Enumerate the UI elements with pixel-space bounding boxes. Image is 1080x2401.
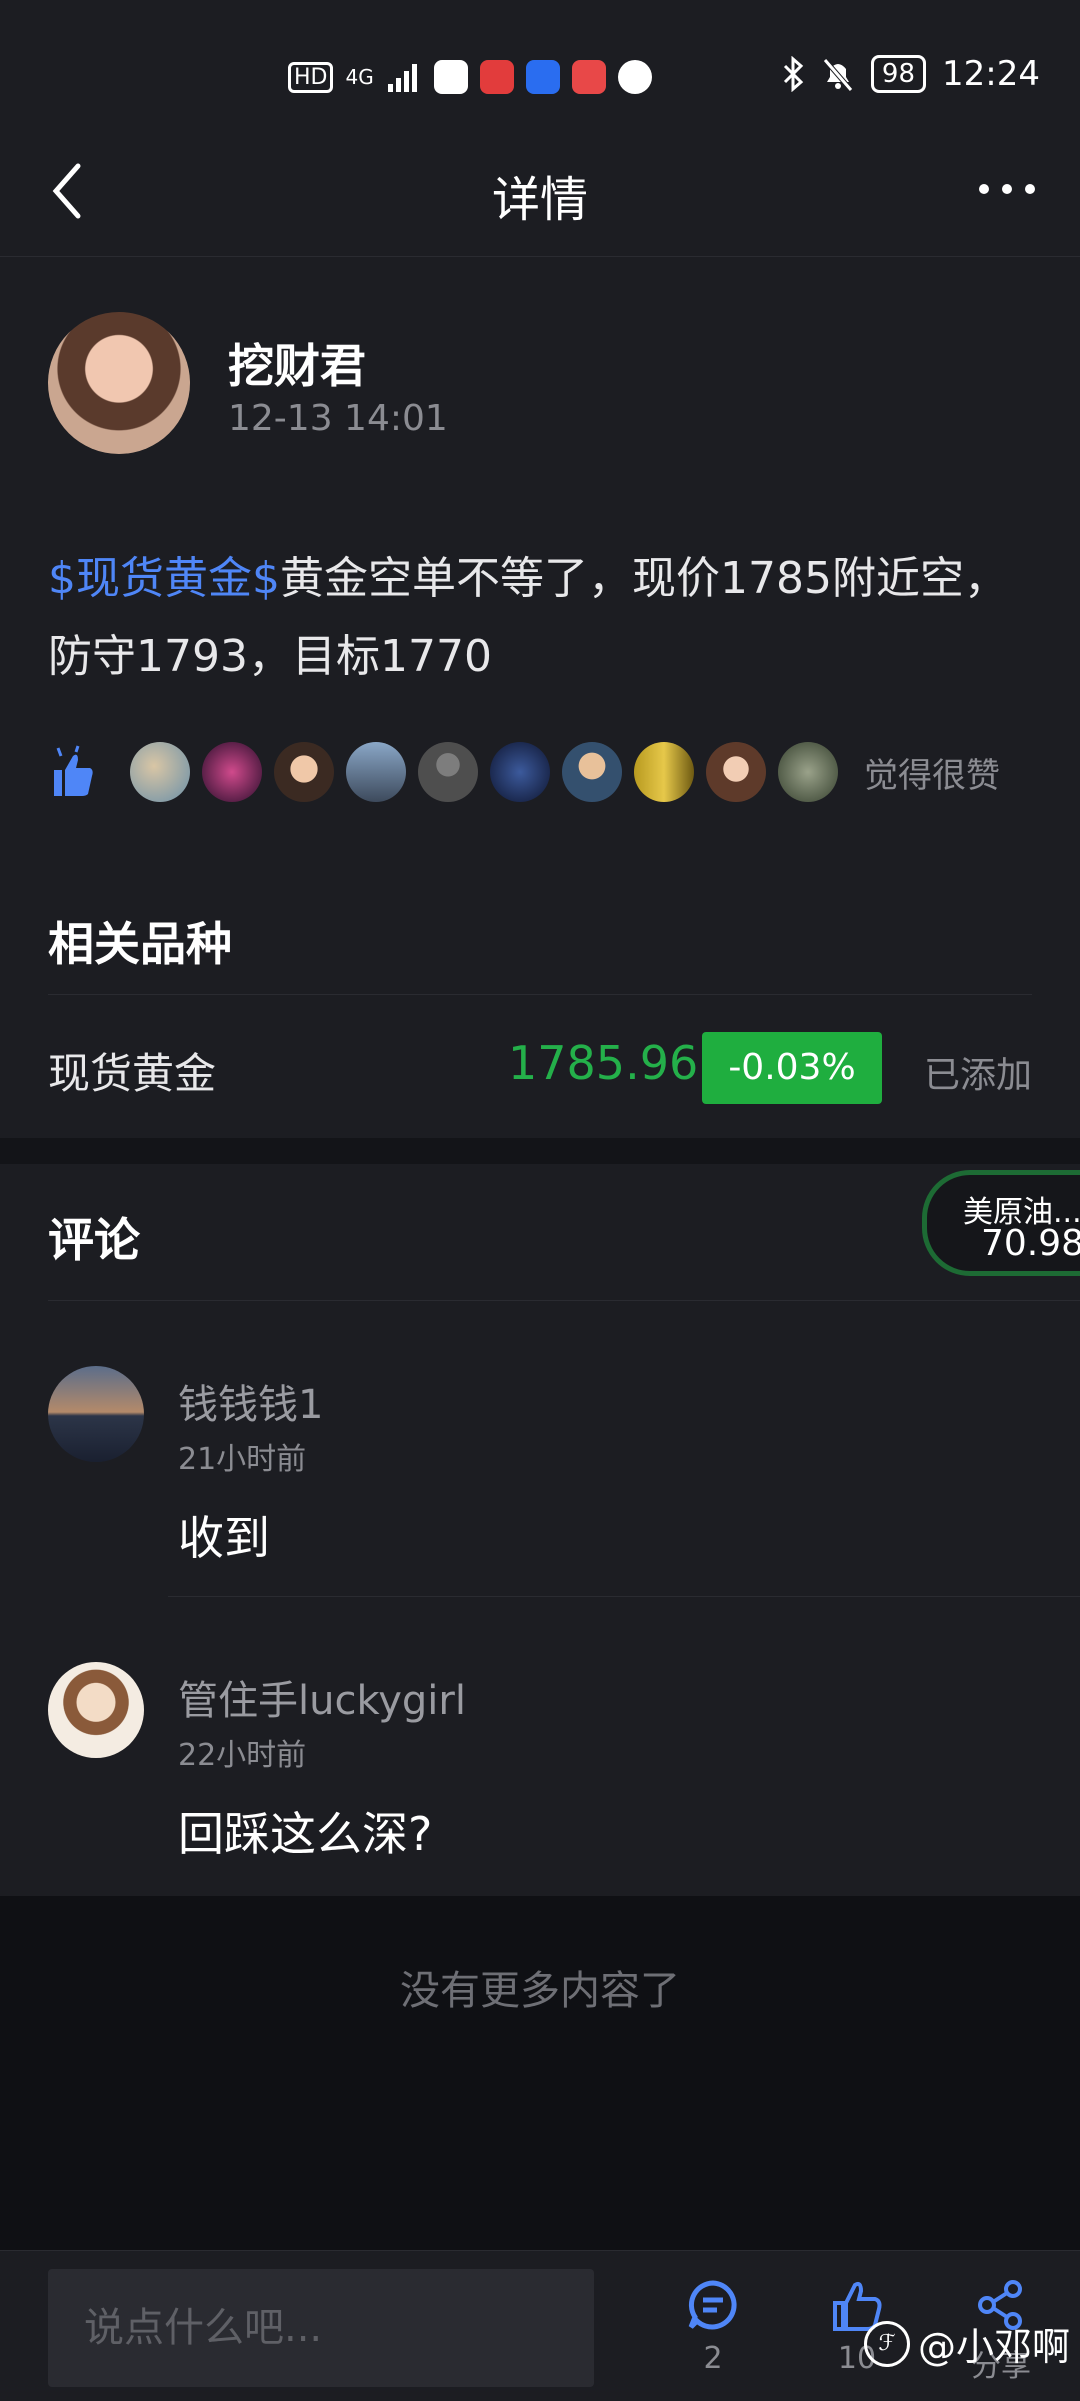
post-content: $现货黄金$黄金空单不等了，现价1785附近空，防守1793，目标1770 xyxy=(48,540,1038,696)
liker-avatar[interactable] xyxy=(706,742,766,802)
list-end-area xyxy=(0,1896,1080,2250)
likes-row[interactable]: 觉得很赞 xyxy=(48,740,1000,804)
liker-avatar[interactable] xyxy=(202,742,262,802)
commenter-avatar[interactable] xyxy=(48,1366,144,1462)
status-notification-icons: HD 4G xyxy=(288,60,652,94)
ball-app-icon xyxy=(617,60,652,94)
likes-text: 觉得很赞 xyxy=(864,755,1000,796)
comment-time: 22小时前 xyxy=(178,1738,307,1773)
author-avatar[interactable] xyxy=(48,312,190,454)
instrument-name[interactable]: 现货黄金 xyxy=(48,1040,216,1101)
comment-input-wrap[interactable] xyxy=(48,2269,594,2387)
divider xyxy=(48,1300,1080,1301)
watermark-text: @小邓啊 xyxy=(917,2325,1070,2369)
post-time: 12-13 14:01 xyxy=(228,398,448,439)
signal-bars-icon xyxy=(387,64,417,92)
liker-avatar[interactable] xyxy=(130,742,190,802)
more-options-icon[interactable] xyxy=(972,164,1042,214)
instrument-price: 1785.96 xyxy=(508,1036,699,1090)
clock: 12:24 xyxy=(942,54,1040,94)
author-name[interactable]: 挖财君 xyxy=(228,330,366,396)
floating-quote-widget[interactable]: 美原油... 70.98 xyxy=(922,1170,1080,1276)
section-separator xyxy=(0,1138,1080,1164)
weibo-logo-icon: ℱ xyxy=(863,2320,910,2367)
signal-icon: 4G xyxy=(345,65,374,89)
bluetooth-icon xyxy=(783,56,804,92)
comment-icon xyxy=(688,2280,737,2330)
battery-icon: 98 xyxy=(870,55,927,93)
commenter-name[interactable]: 管住手luckygirl xyxy=(178,1668,466,1726)
added-button[interactable]: 已添加 xyxy=(924,1046,1032,1098)
liker-avatar[interactable] xyxy=(490,742,550,802)
instrument-change-badge: -0.03% xyxy=(702,1032,882,1104)
liker-avatar[interactable] xyxy=(778,742,838,802)
liker-avatar[interactable] xyxy=(418,742,478,802)
no-more-content: 没有更多内容了 xyxy=(400,1968,680,2014)
floating-quote-value: 70.98 xyxy=(981,1223,1080,1264)
mute-bell-icon xyxy=(823,58,853,92)
liker-avatar[interactable] xyxy=(274,742,334,802)
status-bar: HD 4G 98 12:24 xyxy=(0,0,1080,128)
comment-button[interactable]: 2 xyxy=(668,2277,758,2376)
post-tag-link[interactable]: $现货黄金$ xyxy=(48,553,280,604)
bulb-app-icon xyxy=(525,60,560,94)
comments-title: 评论 xyxy=(48,1213,140,1267)
watermark: ℱ @小邓啊 xyxy=(863,2316,1070,2371)
commenter-avatar[interactable] xyxy=(48,1662,144,1758)
thumbs-up-icon xyxy=(54,745,93,796)
comment-time: 21小时前 xyxy=(178,1442,307,1477)
liker-avatar[interactable] xyxy=(634,742,694,802)
liker-avatar[interactable] xyxy=(562,742,622,802)
header: 详情 xyxy=(0,128,1080,257)
hd-icon: HD xyxy=(288,61,334,93)
huawei-app-icon xyxy=(571,60,606,94)
comment-input[interactable] xyxy=(48,2269,594,2387)
comment-text: 收到 xyxy=(178,1511,270,1565)
commenter-name[interactable]: 钱钱钱1 xyxy=(178,1372,323,1430)
divider xyxy=(48,994,1032,995)
book-app-icon xyxy=(479,60,514,94)
comment-count: 2 xyxy=(703,2341,723,2376)
chart-app-icon xyxy=(433,60,468,94)
divider xyxy=(168,1596,1080,1597)
comment-text: 回踩这么深? xyxy=(178,1807,433,1861)
status-right: 98 12:24 xyxy=(781,54,1040,94)
related-title: 相关品种 xyxy=(48,917,232,971)
liker-avatar[interactable] xyxy=(346,742,406,802)
page-title: 详情 xyxy=(491,172,588,228)
